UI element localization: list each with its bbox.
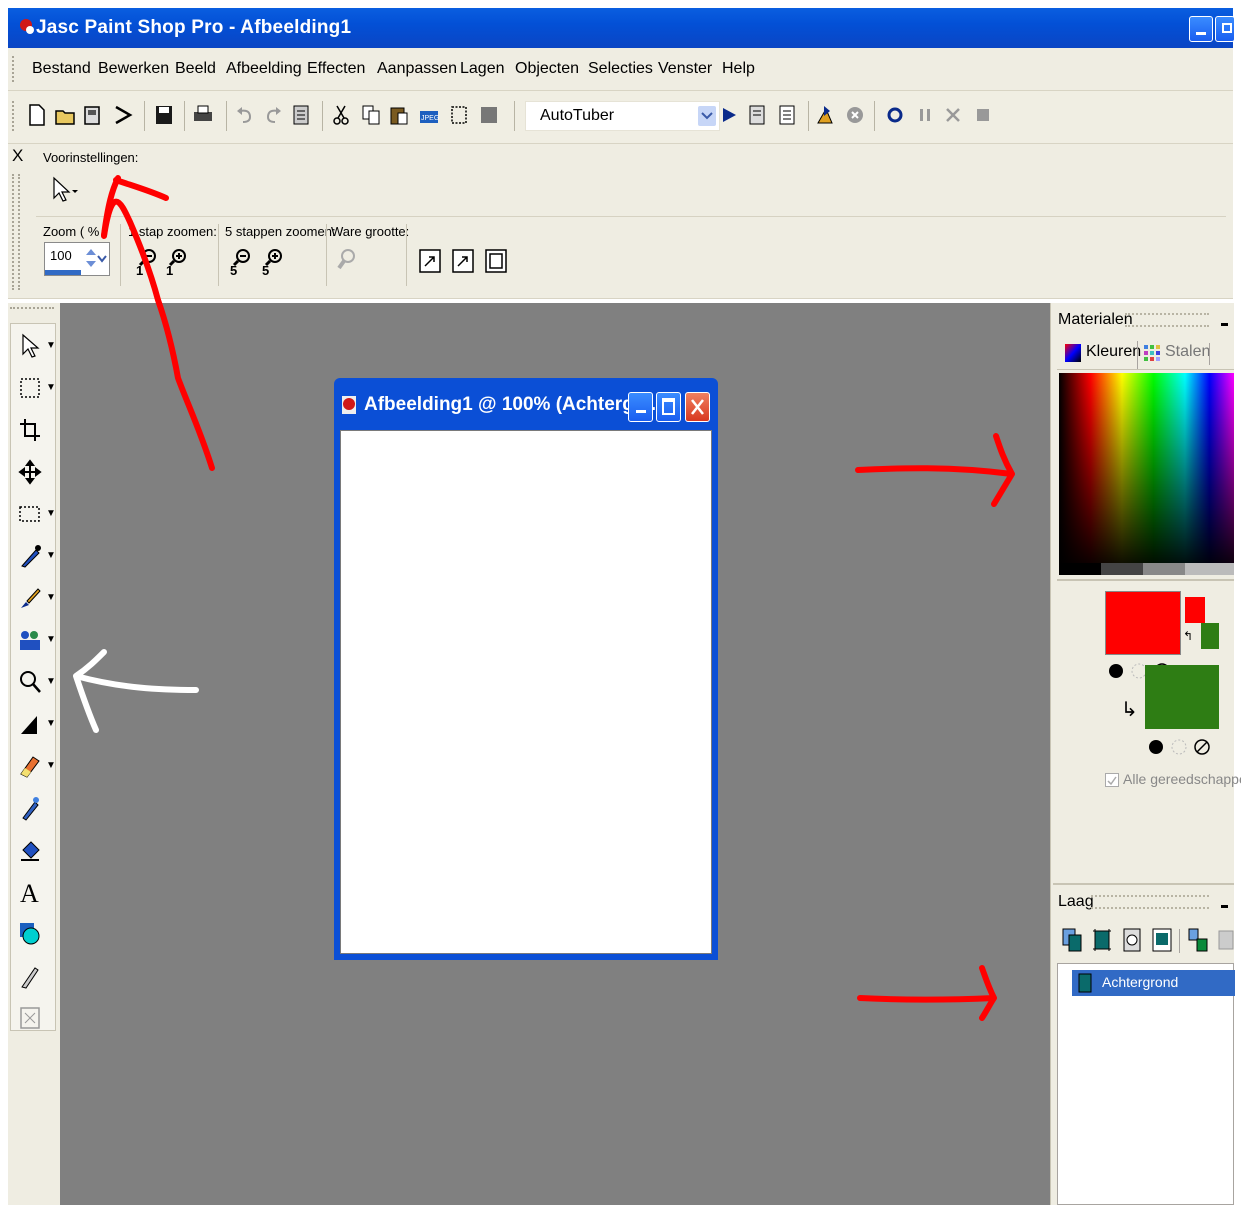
red-arrow-up [101,198,215,471]
red-arrow-right-top [855,433,1015,507]
white-arrow-left [73,649,199,733]
annotation-arrows [73,175,1015,1021]
red-arrow-right-bottom [857,965,997,1021]
